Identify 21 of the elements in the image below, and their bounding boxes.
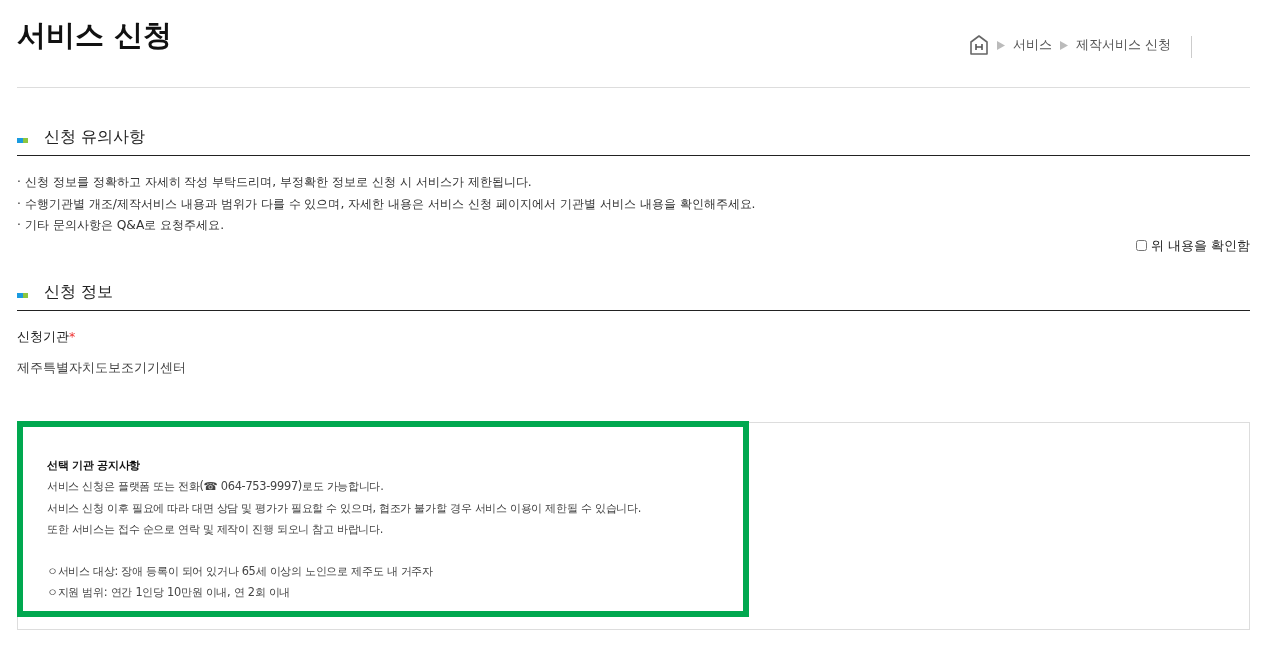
field-label: 신청기관* [17, 328, 77, 347]
notice-text: ㅇ지원 범위: 연간 1인당 10만원 이내, 연 2회 이내 [47, 584, 292, 602]
page-title: 서비스 신청 [17, 17, 173, 54]
notice-text: 서비스 신청은 플랫폼 또는 전화(☎ 064-753-9997)로도 가능합니다. [47, 478, 385, 496]
notice-text: · 신청 정보를 정확하고 자세히 작성 부탁드리며, 부정확한 정보로 신청 시 서비스가 제한됩니다. [17, 174, 533, 191]
home-icon[interactable] [969, 34, 989, 56]
bullet-icon [17, 137, 28, 143]
section-heading: 신청 정보 [44, 282, 114, 302]
notice-text: 또한 서비스는 접수 순으로 연락 및 제작이 진행 되오니 참고 바랍니다. [47, 521, 385, 539]
notice-text: · 기타 문의사항은 Q&A로 요청주세요. [17, 217, 226, 234]
notice-title: 선택 기관 공지사항 [47, 456, 141, 474]
bullet-icon [17, 292, 28, 298]
notice-text: ㅇ서비스 대상: 장애 등록이 되어 있거나 65세 이상의 노인으로 제주도 내 거주자 [47, 562, 434, 580]
breadcrumb-link[interactable]: 서비스 [1013, 36, 1052, 55]
section-heading: 신청 유의사항 [44, 126, 146, 147]
notice-text: · 수행기관별 개조/제작서비스 내용과 범위가 다를 수 있으며, 자세한 내용은 서비스 신청 페이지에서 기관별 서비스 내용을 확인해주세요. [17, 195, 757, 213]
field-value: 제주특별자치도보조기기센터 [17, 359, 187, 377]
checkbox-label[interactable]: 위 내용을 확인함 [1151, 236, 1250, 256]
confirm-checkbox[interactable] [1136, 240, 1148, 252]
breadcrumb-link[interactable]: 제작서비스 신청 [1076, 36, 1171, 55]
notice-text: 서비스 신청 이후 필요에 따라 대면 상담 및 평가가 필요할 수 있으며, 협조가 불가할 경우 서비스 이용이 제한될 수 있습니다. [47, 499, 643, 517]
